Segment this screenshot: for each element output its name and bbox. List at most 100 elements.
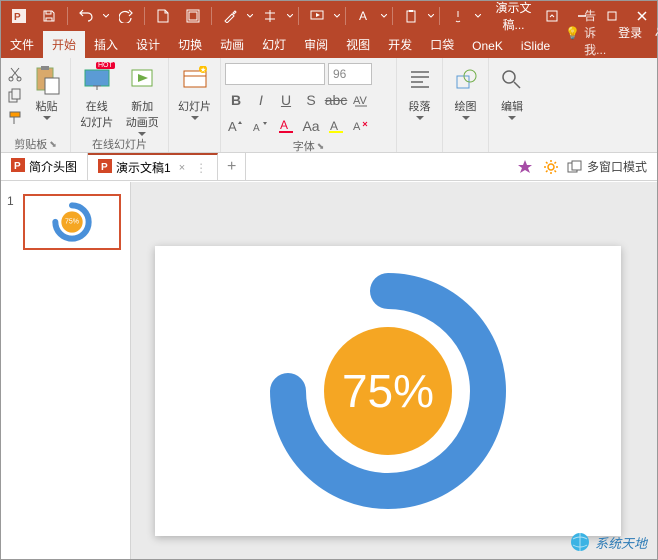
font-size-input[interactable]	[328, 63, 372, 85]
svg-text:P: P	[14, 12, 21, 23]
italic-button[interactable]: I	[250, 89, 272, 111]
tab-review[interactable]: 审阅	[295, 31, 337, 58]
slide-number: 1	[7, 194, 17, 250]
align-dropdown[interactable]	[286, 14, 294, 18]
slideshow-dropdown[interactable]	[333, 14, 341, 18]
tab-developer[interactable]: 开发	[379, 31, 421, 58]
qat-customize-dropdown[interactable]	[474, 14, 482, 18]
share-button[interactable]: 共	[648, 19, 658, 46]
powerpoint-file-icon: P	[11, 158, 25, 175]
app-icon[interactable]: P	[5, 4, 33, 28]
clear-formatting-button[interactable]: A	[350, 115, 372, 137]
tab-transition[interactable]: 切换	[169, 31, 211, 58]
share-icon	[654, 25, 658, 40]
svg-text:A: A	[228, 119, 237, 133]
eyedropper-icon[interactable]	[216, 4, 244, 28]
chevron-down-icon	[462, 116, 470, 120]
chevron-down-icon	[508, 116, 516, 120]
touch-mode-icon[interactable]	[444, 4, 472, 28]
globe-icon	[569, 531, 591, 553]
tab-file[interactable]: 文件	[1, 31, 43, 58]
drawing-button[interactable]: 绘图	[447, 60, 484, 120]
doc-tab-profile[interactable]: P 简介头图	[1, 153, 88, 180]
clipboard-launcher[interactable]: ⬊	[49, 139, 57, 150]
progress-ring-chart[interactable]: 75%	[268, 271, 508, 511]
undo-button[interactable]	[72, 4, 100, 28]
font-launcher[interactable]: ⬊	[317, 141, 325, 152]
svg-text:P: P	[14, 161, 21, 172]
font-color-button[interactable]: A	[275, 115, 297, 137]
tab-menu-icon[interactable]: ⋮	[195, 161, 207, 175]
svg-text:A: A	[280, 118, 288, 132]
undo-dropdown[interactable]	[102, 14, 110, 18]
shrink-font-button[interactable]: A	[250, 115, 272, 137]
tab-home[interactable]: 开始	[43, 31, 85, 58]
redo-button[interactable]	[112, 4, 140, 28]
paste-button[interactable]: 粘贴	[27, 60, 66, 120]
chevron-down-icon	[416, 116, 424, 120]
new-doc-button[interactable]: +	[218, 153, 246, 180]
login-button[interactable]: 登录	[612, 19, 648, 46]
shadow-button[interactable]: S	[300, 89, 322, 111]
tab-slideshow[interactable]: 幻灯	[253, 31, 295, 58]
text-tool-icon[interactable]: A	[350, 4, 378, 28]
multi-window-icon	[567, 160, 583, 174]
multi-window-button[interactable]: 多窗口模式	[567, 158, 647, 175]
format-painter-button[interactable]	[5, 108, 25, 128]
close-tab-button[interactable]: ×	[179, 162, 185, 174]
online-slides-button[interactable]: HOT 在线 幻灯片	[75, 60, 119, 130]
strikethrough-button[interactable]: abc	[325, 89, 347, 111]
slides-button[interactable]: ★ 幻灯片	[173, 60, 216, 120]
tab-pocket[interactable]: 口袋	[421, 31, 463, 58]
print-icon[interactable]	[179, 4, 207, 28]
new-animation-page-button[interactable]: 新加 动画页	[121, 60, 165, 136]
chevron-down-icon	[191, 116, 199, 120]
cut-button[interactable]	[5, 64, 25, 84]
bold-button[interactable]: B	[225, 89, 247, 111]
svg-text:P: P	[101, 162, 108, 173]
svg-text:A: A	[330, 119, 338, 133]
lightbulb-icon: 💡	[565, 26, 580, 40]
slide-thumbnail-1[interactable]: 75%	[23, 194, 121, 250]
align-icon[interactable]	[256, 4, 284, 28]
char-spacing-button[interactable]: AV	[350, 89, 372, 111]
tab-onekey[interactable]: OneK	[463, 34, 512, 58]
watermark: 系统天地	[569, 531, 647, 553]
text-dropdown[interactable]	[380, 14, 388, 18]
new-file-icon[interactable]	[149, 4, 177, 28]
tab-design[interactable]: 设计	[127, 31, 169, 58]
start-slideshow-icon[interactable]	[303, 4, 331, 28]
svg-text:A: A	[359, 9, 367, 23]
progress-percent-label: 75%	[342, 364, 434, 418]
change-case-button[interactable]: Aa	[300, 115, 322, 137]
islide-icon[interactable]	[515, 157, 535, 177]
paragraph-button[interactable]: 段落	[401, 60, 438, 120]
eyedropper-dropdown[interactable]	[246, 14, 254, 18]
svg-text:AV: AV	[353, 95, 368, 107]
svg-text:★: ★	[200, 66, 206, 74]
svg-text:A: A	[353, 121, 361, 133]
slide-1[interactable]: 75%	[155, 246, 621, 536]
save-button[interactable]	[35, 4, 63, 28]
tab-view[interactable]: 视图	[337, 31, 379, 58]
settings-gear-icon[interactable]	[541, 157, 561, 177]
tab-insert[interactable]: 插入	[85, 31, 127, 58]
slide-thumbnails-panel: 1 75%	[1, 182, 131, 559]
tab-islide[interactable]: iSlide	[512, 34, 559, 58]
tab-animation[interactable]: 动画	[211, 31, 253, 58]
editing-button[interactable]: 编辑	[493, 60, 531, 120]
powerpoint-file-icon: P	[98, 159, 112, 176]
doc-tab-presentation[interactable]: P 演示文稿1 × ⋮	[88, 153, 218, 180]
clipboard-dropdown[interactable]	[427, 14, 435, 18]
window-title: 演示文稿...	[482, 0, 537, 33]
underline-button[interactable]: U	[275, 89, 297, 111]
font-name-input[interactable]	[225, 63, 325, 85]
highlight-button[interactable]: A	[325, 115, 347, 137]
svg-text:A: A	[253, 123, 260, 133]
tell-me-search[interactable]: 💡 告诉我...	[559, 7, 612, 58]
grow-font-button[interactable]: A	[225, 115, 247, 137]
copy-button[interactable]	[5, 86, 25, 106]
slide-canvas-area[interactable]: 75%	[131, 182, 657, 559]
chevron-down-icon	[43, 116, 51, 120]
clipboard-icon[interactable]	[397, 4, 425, 28]
